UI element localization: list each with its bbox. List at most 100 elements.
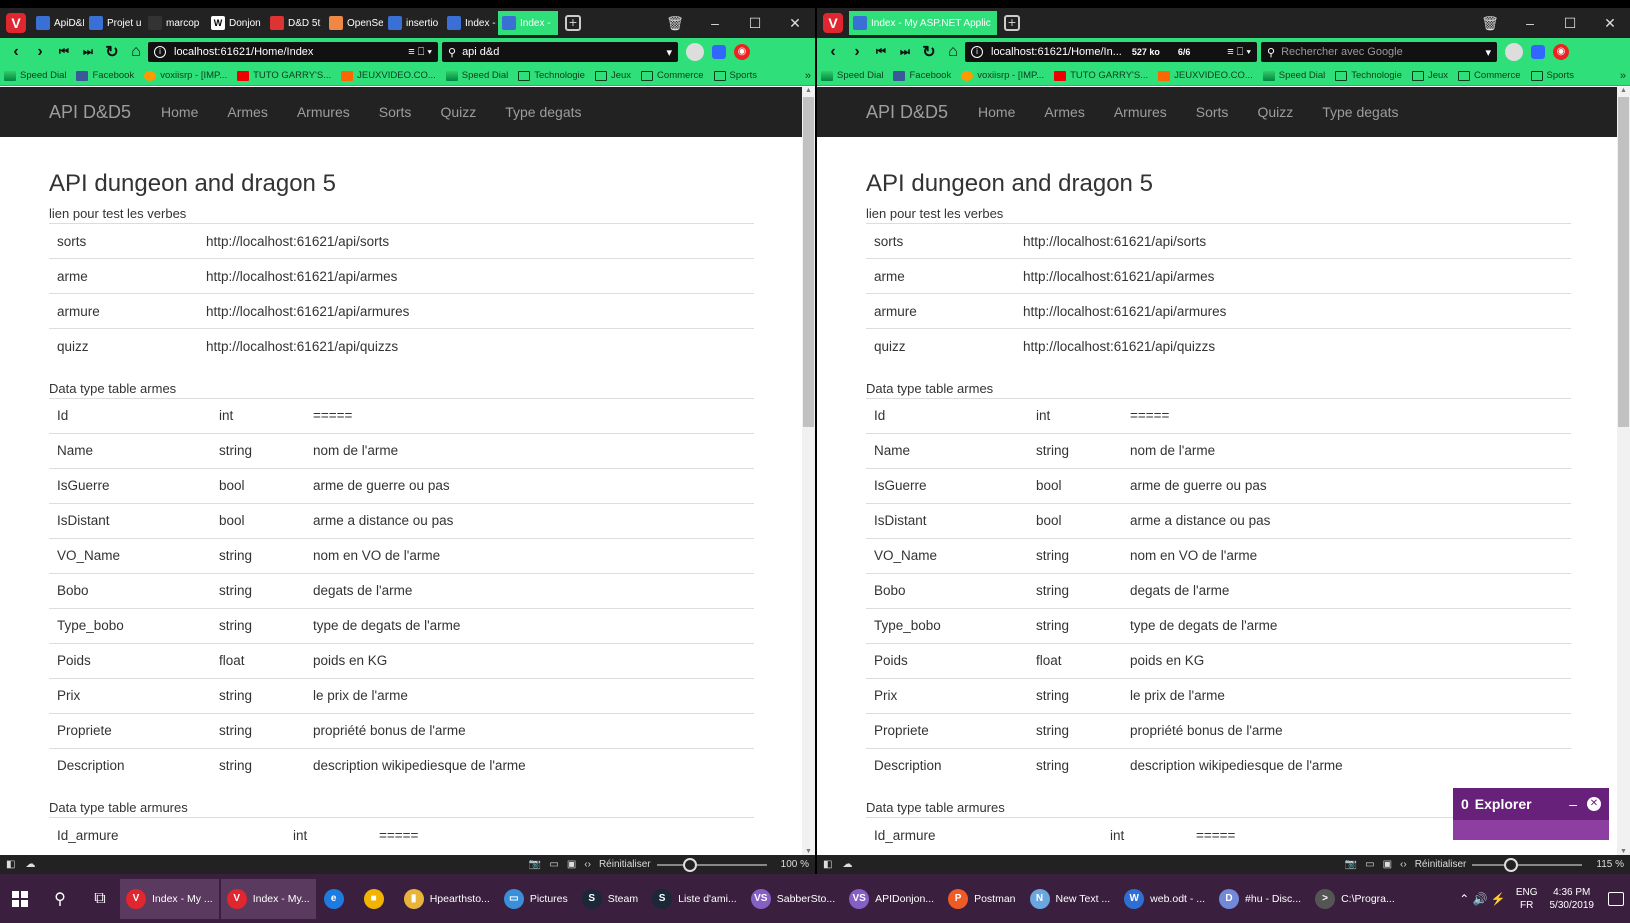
search-icon[interactable]: ⚲	[40, 879, 80, 919]
maximize-icon[interactable]: ☐	[735, 15, 775, 32]
cloud-icon[interactable]: ☁	[842, 859, 852, 870]
taskbar-app[interactable]: e	[318, 879, 356, 919]
new-tab-icon[interactable]: +	[1004, 15, 1020, 31]
back-icon[interactable]: ‹	[821, 43, 845, 61]
nav-link[interactable]: Home	[978, 104, 1015, 120]
camera-icon[interactable]: 📷	[1345, 859, 1357, 870]
zoom-slider-knob[interactable]	[1503, 857, 1518, 872]
explorer-widget[interactable]: 0 Explorer – ✕	[1453, 788, 1609, 840]
tab[interactable]: Index -	[498, 11, 558, 35]
tab[interactable]: insertio	[384, 11, 442, 35]
adblock-icon[interactable]: ◉	[1553, 44, 1569, 60]
bookmark-item[interactable]: voxiisrp - [IMP...	[961, 70, 1044, 81]
back-icon[interactable]: ‹	[4, 43, 28, 61]
taskbar-app[interactable]: V Index - My ...	[120, 878, 219, 919]
bookmark-item[interactable]: Technologie	[518, 70, 585, 81]
nav-link[interactable]: Type degats	[1322, 104, 1398, 120]
reload-icon[interactable]: ↻	[100, 42, 124, 62]
bookmark-item[interactable]: Commerce	[641, 70, 704, 81]
task-view-icon[interactable]: ⧉	[80, 879, 120, 919]
explorer-close-icon[interactable]: ✕	[1587, 797, 1601, 811]
bookmark-item[interactable]: Speed Dial	[4, 70, 66, 81]
fastforward-icon[interactable]: ⏭	[893, 46, 917, 59]
zoom-slider[interactable]	[1472, 857, 1583, 872]
profile-avatar[interactable]	[1505, 43, 1523, 61]
more-bookmarks-icon[interactable]: »	[1620, 70, 1630, 82]
rewind-icon[interactable]: ⏮	[869, 46, 893, 59]
bookmark-item[interactable]: Jeux	[594, 70, 631, 81]
bookmark-item[interactable]: Technologie	[1335, 70, 1402, 81]
minimize-icon[interactable]: –	[1510, 15, 1550, 31]
scrollbar-thumb[interactable]	[1618, 97, 1629, 427]
taskbar-app[interactable]: Wweb.odt - ...	[1118, 879, 1211, 919]
zoom-slider-knob[interactable]	[682, 857, 697, 872]
scrollbar[interactable]: ▲ ▼	[802, 87, 815, 855]
search-field[interactable]: ⚲ api d&d ▾	[442, 42, 678, 62]
forward-icon[interactable]: ›	[28, 43, 52, 61]
vivaldi-menu-icon[interactable]: V	[823, 13, 843, 33]
site-info-icon[interactable]: i	[971, 46, 983, 58]
fastforward-icon[interactable]: ⏭	[76, 46, 100, 59]
search-field[interactable]: ⚲ Rechercher avec Google ▾	[1261, 42, 1497, 62]
bookmark-item[interactable]: TUTO GARRY'S...	[1054, 70, 1148, 81]
taskbar-app[interactable]: D #hu - Disc...	[1213, 879, 1307, 919]
code-icon[interactable]: ‹›	[1400, 859, 1407, 870]
taskbar-app[interactable]: ▭ Pictures	[498, 879, 574, 919]
tab[interactable]: OpenSe	[325, 11, 383, 35]
bookmark-item[interactable]: TUTO GARRY'S...	[237, 70, 331, 81]
panel-toggle-icon[interactable]: ◧	[823, 859, 832, 870]
taskbar-app[interactable]: N New Text ...	[1024, 879, 1117, 919]
bookmark-item[interactable]: Facebook	[76, 70, 134, 81]
cloud-icon[interactable]: ☁	[25, 859, 35, 870]
reset-zoom-button[interactable]: Réinitialiser	[599, 859, 651, 870]
start-button[interactable]	[0, 879, 40, 919]
tab[interactable]: D&D 5t	[266, 11, 324, 35]
site-brand[interactable]: API D&D5	[49, 102, 131, 123]
reader-icon[interactable]: ≡ ⎕ ▾	[1227, 46, 1251, 59]
bookmark-item[interactable]: Speed Dial	[445, 70, 508, 81]
taskbar-app[interactable]: ■	[358, 879, 396, 919]
window-icon[interactable]: ▭	[1365, 859, 1374, 870]
rewind-icon[interactable]: ⏮	[52, 46, 76, 59]
image-icon[interactable]: ▣	[1383, 859, 1392, 870]
home-icon[interactable]: ⌂	[124, 43, 148, 61]
tab[interactable]: marcop	[144, 11, 206, 35]
reset-zoom-button[interactable]: Réinitialiser	[1415, 859, 1467, 870]
adblock-icon[interactable]: ◉	[734, 44, 750, 60]
tab[interactable]: ApiD&D	[32, 11, 84, 35]
bookmark-item[interactable]: Commerce	[1458, 70, 1521, 81]
close-icon[interactable]: ✕	[1590, 15, 1630, 32]
more-bookmarks-icon[interactable]: »	[805, 70, 815, 82]
nav-link[interactable]: Type degats	[505, 104, 581, 120]
bookmark-item[interactable]: JEUXVIDEO.CO...	[1158, 70, 1253, 81]
site-info-icon[interactable]: i	[154, 46, 166, 58]
maximize-icon[interactable]: ☐	[1550, 15, 1590, 32]
nav-link[interactable]: Sorts	[379, 104, 412, 120]
bookmark-item[interactable]: voxiisrp - [IMP...	[144, 70, 227, 81]
nav-link[interactable]: Sorts	[1196, 104, 1229, 120]
tray-icons[interactable]: ⌃ 🔊 ⚡	[1459, 892, 1506, 906]
bookmark-item[interactable]: Jeux	[1411, 70, 1448, 81]
nav-link[interactable]: Quizz	[440, 104, 476, 120]
code-icon[interactable]: ‹›	[584, 859, 591, 870]
image-icon[interactable]: ▣	[567, 859, 576, 870]
scroll-up-icon[interactable]: ▲	[1620, 87, 1627, 94]
vivaldi-menu-icon[interactable]: V	[6, 13, 26, 33]
scrollbar-thumb[interactable]	[803, 97, 814, 427]
taskbar-app[interactable]: > C:\Progra...	[1309, 879, 1401, 919]
taskbar-app[interactable]: S Steam	[576, 879, 644, 919]
profile-avatar[interactable]	[686, 43, 704, 61]
bookmark-item[interactable]: Speed Dial	[1262, 70, 1325, 81]
search-dropdown-icon[interactable]: ▾	[1485, 46, 1491, 59]
tab[interactable]: W Donjon	[207, 11, 265, 35]
language-indicator[interactable]: ENG FR	[1516, 886, 1538, 912]
clock[interactable]: 4:36 PM 5/30/2019	[1550, 886, 1595, 912]
window-icon[interactable]: ▭	[549, 859, 558, 870]
notification-icon[interactable]	[1608, 891, 1624, 906]
bookmark-item[interactable]: Sports	[1530, 70, 1574, 81]
bookmark-item[interactable]: JEUXVIDEO.CO...	[341, 70, 436, 81]
nav-link[interactable]: Armures	[1114, 104, 1167, 120]
scroll-down-icon[interactable]: ▼	[805, 848, 812, 855]
nav-link[interactable]: Armes	[227, 104, 267, 120]
extension-icon[interactable]	[1531, 45, 1545, 59]
